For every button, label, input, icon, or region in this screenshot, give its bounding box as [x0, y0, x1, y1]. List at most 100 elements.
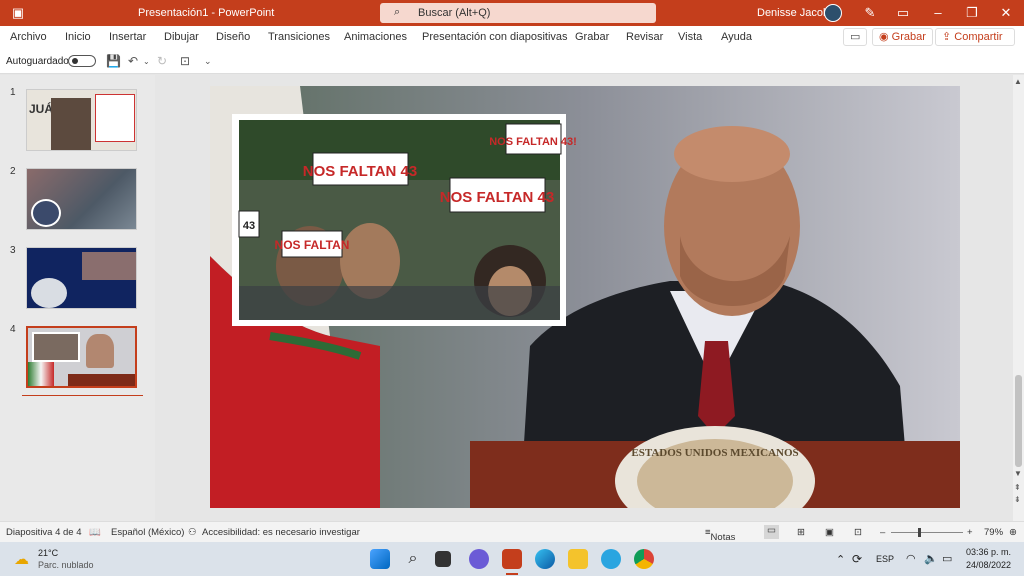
slide-thumbnail-4-selected[interactable]	[26, 326, 137, 388]
file-explorer-icon[interactable]	[568, 549, 588, 569]
battery-icon[interactable]: ▭	[942, 552, 952, 565]
comments-button[interactable]: ▭	[843, 28, 868, 46]
thumbnail-number: 2	[10, 166, 16, 177]
telegram-icon[interactable]	[601, 549, 621, 569]
spellcheck-icon[interactable]: 📖	[89, 527, 101, 538]
zoom-slider-thumb[interactable]	[918, 528, 921, 537]
toggle-knob	[72, 58, 78, 64]
ribbon-tabs: Archivo Inicio Insertar Dibujar Diseño T…	[0, 26, 1024, 59]
minimize-icon[interactable]: –	[928, 4, 948, 22]
tab-dibujar[interactable]: Dibujar	[164, 31, 199, 43]
powerpoint-logo-icon: ▣	[11, 5, 25, 20]
thumbnail-number: 4	[10, 324, 16, 335]
wifi-icon[interactable]: ◠	[906, 552, 916, 565]
teams-chat-icon[interactable]	[469, 549, 489, 569]
tab-transiciones[interactable]: Transiciones	[268, 31, 330, 43]
tab-ayuda[interactable]: Ayuda	[721, 31, 752, 43]
thumbnail-flyer	[95, 94, 135, 142]
share-label: Compartir	[954, 31, 1003, 43]
show-hidden-icons[interactable]: ⌃	[836, 553, 845, 566]
vertical-scrollbar[interactable]: ▲ ▼ ⇞ ⇟	[1013, 75, 1024, 521]
slide-thumbnail-3[interactable]	[26, 247, 137, 309]
slide-sorter-icon[interactable]: ⊞	[797, 527, 805, 538]
thumbnail-number: 3	[10, 245, 16, 256]
language-indicator[interactable]: Español (México)	[111, 527, 184, 538]
thumbnail-podium	[68, 374, 135, 386]
record-button[interactable]: ◉ Grabar	[872, 28, 933, 46]
tab-inicio[interactable]: Inicio	[65, 31, 91, 43]
accessibility-status[interactable]: Accesibilidad: es necesario investigar	[202, 527, 360, 538]
zoom-out-icon[interactable]: –	[880, 527, 885, 538]
edge-icon[interactable]	[535, 549, 555, 569]
slide-editor-area: ESTADOS UNIDOS MEXICANOS NOS FALTAN 43 N…	[157, 75, 1013, 521]
redo-icon[interactable]: ↻	[157, 54, 167, 68]
clock-date[interactable]: 24/08/2022	[966, 560, 1011, 570]
present-icon[interactable]: ⊡	[180, 54, 190, 68]
ribbon-display-icon[interactable]: ▭	[893, 4, 913, 22]
search-taskbar-icon[interactable]: ⌕	[403, 549, 423, 569]
share-button[interactable]: ⇪ Compartir ⌄	[935, 28, 1015, 59]
thumbnail-number: 1	[10, 87, 16, 98]
record-label: Grabar	[891, 31, 926, 43]
slide-counter: Diapositiva 4 de 4	[6, 527, 82, 538]
zoom-slider[interactable]	[891, 532, 963, 533]
search-placeholder: Buscar (Alt+Q)	[418, 7, 491, 19]
quick-access-toolbar: Autoguardado 💾 ↶ ⌄ ↻ ⊡ ⌄	[0, 48, 1024, 74]
tab-insertar[interactable]: Insertar	[109, 31, 146, 43]
tab-animaciones[interactable]: Animaciones	[344, 31, 407, 43]
tab-presentacion[interactable]: Presentación con diapositivas	[422, 31, 568, 43]
slide-canvas[interactable]: ESTADOS UNIDOS MEXICANOS NOS FALTAN 43 N…	[210, 86, 960, 508]
previous-slide-icon[interactable]: ⇞	[1014, 483, 1021, 492]
tab-revisar[interactable]: Revisar	[626, 31, 663, 43]
slide-thumbnail-1[interactable]: JUÁRE	[26, 89, 137, 151]
windows-taskbar: ☁ 21°C Parc. nublado ⌕ ⌃ ⟳ ESP ◠ 🔈 ▭ 03:…	[0, 542, 1024, 576]
weather-temp[interactable]: 21°C	[38, 548, 58, 558]
protest-sign-3: NOS FALTAN 43!	[489, 136, 577, 148]
powerpoint-taskbar-icon[interactable]	[502, 549, 522, 569]
autosave-toggle[interactable]	[68, 55, 96, 67]
reading-view-icon[interactable]: ▣	[825, 527, 834, 538]
undo-dropdown-icon[interactable]: ⌄	[143, 57, 150, 66]
undo-icon[interactable]: ↶	[128, 54, 138, 68]
chrome-icon[interactable]	[634, 549, 654, 569]
notes-button[interactable]: ≡ Notas	[705, 527, 735, 543]
slide-thumbnail-pane: 1 JUÁRE 2 3 4	[0, 75, 155, 521]
tab-grabar[interactable]: Grabar	[575, 31, 609, 43]
slideshow-icon[interactable]: ⊡	[854, 527, 862, 538]
next-slide-icon[interactable]: ⇟	[1014, 495, 1021, 504]
scroll-up-icon[interactable]: ▲	[1014, 77, 1022, 86]
tab-diseno[interactable]: Diseño	[216, 31, 250, 43]
task-view-icon[interactable]	[435, 551, 451, 567]
title-bar: ▣ Presentación1 - PowerPoint ⌕ Buscar (A…	[0, 0, 1024, 26]
tab-archivo[interactable]: Archivo	[10, 31, 47, 43]
autosave-label: Autoguardado	[6, 56, 69, 67]
pen-icon[interactable]: ✎	[860, 4, 880, 22]
weather-icon[interactable]: ☁	[14, 550, 29, 568]
save-icon[interactable]: 💾	[106, 54, 121, 68]
start-icon[interactable]	[370, 549, 390, 569]
active-app-indicator	[506, 573, 518, 575]
fit-slide-icon[interactable]: ⊕	[1009, 527, 1017, 538]
scrollbar-thumb[interactable]	[1015, 375, 1022, 467]
normal-view-icon[interactable]: ▭	[764, 525, 779, 539]
close-icon[interactable]: ✕	[996, 4, 1016, 22]
zoom-in-icon[interactable]: +	[967, 527, 973, 538]
input-language[interactable]: ESP	[876, 554, 894, 564]
thumbnail-flag	[28, 362, 54, 386]
zoom-level[interactable]: 79%	[984, 527, 1003, 538]
tab-vista[interactable]: Vista	[678, 31, 702, 43]
protest-sign-4: NOS FALTAN	[275, 238, 350, 252]
seal-text: ESTADOS UNIDOS MEXICANOS	[631, 447, 798, 459]
weather-desc[interactable]: Parc. nublado	[38, 560, 94, 570]
scroll-down-icon[interactable]: ▼	[1014, 469, 1022, 478]
customize-qat-icon[interactable]: ⌄	[204, 56, 212, 67]
onedrive-sync-icon[interactable]: ⟳	[852, 552, 862, 566]
restore-icon[interactable]: ❐	[962, 4, 982, 22]
thumbnail-photo	[82, 252, 136, 280]
avatar[interactable]	[824, 4, 842, 22]
slide-thumbnail-2[interactable]	[26, 168, 137, 230]
search-box[interactable]: ⌕ Buscar (Alt+Q)	[380, 3, 656, 23]
clock-time[interactable]: 03:36 p. m.	[966, 547, 1011, 557]
volume-icon[interactable]: 🔈	[924, 552, 938, 565]
accessibility-icon[interactable]: ⚇	[188, 527, 197, 538]
